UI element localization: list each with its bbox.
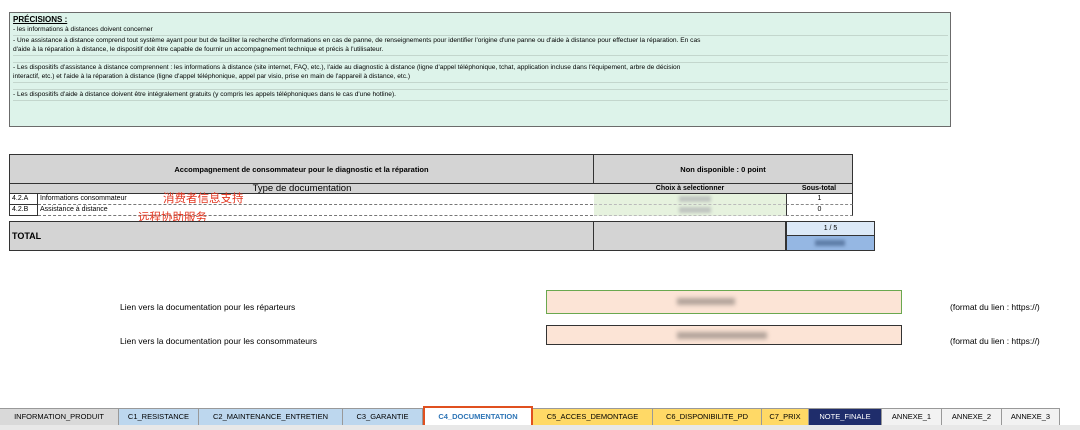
precisions-spacer	[13, 83, 948, 90]
redacted-value	[677, 332, 767, 339]
link-input-consumers[interactable]	[546, 325, 902, 345]
link-input-repairers[interactable]	[546, 290, 902, 314]
total-score-redacted	[786, 236, 875, 251]
annotation-label: 消费者信息支持	[163, 191, 244, 205]
precisions-line: - les informations à distances doivent c…	[13, 25, 948, 36]
sheet-tab-annexe-1[interactable]: ANNEXE_1	[882, 408, 942, 425]
table-header-main: Accompagnement de consommateur pour le d…	[9, 154, 594, 184]
redacted-value	[679, 196, 711, 202]
sheet-tab-c6-disponibilite[interactable]: C6_DISPONIBILITE_PD	[653, 408, 762, 425]
column-header-choice: Choix à selectionner	[594, 184, 786, 194]
sheet-tab-c2-maintenance[interactable]: C2_MAINTENANCE_ENTRETIEN	[199, 408, 343, 425]
redacted-value	[815, 240, 845, 246]
choice-dropdown[interactable]	[594, 194, 786, 205]
row-code: 4.2.B	[9, 205, 38, 216]
sheet-tab-c1-resistance[interactable]: C1_RESISTANCE	[119, 408, 199, 425]
link-format-hint: (format du lien : https://)	[950, 336, 1040, 346]
redacted-value	[679, 207, 711, 213]
row-label: Informations consommateur	[38, 194, 603, 205]
sheet-tab-c7-prix[interactable]: C7_PRIX	[762, 408, 809, 425]
precisions-line: d'aide à la réparation à distance, le di…	[13, 45, 948, 56]
sheet-tab-annexe-2[interactable]: ANNEXE_2	[942, 408, 1002, 425]
link-label-repairers: Lien vers la documentation pour les répa…	[120, 302, 296, 312]
row-code: 4.2.A	[9, 194, 38, 205]
sheet-tab-c5-acces-demontage[interactable]: C5_ACCES_DEMONTAGE	[533, 408, 653, 425]
status-bar	[0, 425, 1080, 430]
total-label: TOTAL	[9, 221, 594, 251]
precisions-box: PRÉCISIONS : - les informations à distan…	[9, 12, 951, 127]
sheet-tab-annexe-3[interactable]: ANNEXE_3	[1002, 408, 1060, 425]
precisions-line: - Les dispositifs d'aide à distance doiv…	[13, 90, 948, 101]
column-header-type: Type de documentation	[9, 183, 594, 194]
precisions-spacer	[13, 56, 948, 63]
link-label-consumers: Lien vers la documentation pour les cons…	[120, 336, 318, 346]
total-score: 1 / 5	[786, 221, 875, 236]
sheet-tab-c3-garantie[interactable]: C3_GARANTIE	[343, 408, 423, 425]
precisions-title: PRÉCISIONS :	[13, 15, 68, 24]
choice-dropdown[interactable]	[594, 205, 786, 216]
sheet-tab-note-finale[interactable]: NOTE_FINALE	[809, 408, 882, 425]
total-spacer	[594, 221, 786, 251]
column-header-subtotal: Sous-total	[786, 184, 853, 194]
row-subtotal: 0	[786, 205, 853, 216]
redacted-value	[677, 298, 735, 305]
row-label: Assistance à distance	[38, 205, 603, 216]
sheet-tab-information-produit[interactable]: INFORMATION_PRODUIT	[0, 408, 119, 425]
row-subtotal: 1	[786, 194, 853, 205]
sheet-tabs: INFORMATION_PRODUIT C1_RESISTANCE C2_MAI…	[0, 406, 1080, 428]
precisions-line: - Les dispositifs d'assistance à distanc…	[13, 63, 681, 71]
table-header-availability: Non disponible : 0 point	[594, 154, 853, 184]
precisions-line: - Une assistance à distance comprend tou…	[13, 36, 701, 44]
precisions-line: interactif, etc.) et l'aide à la réparat…	[13, 72, 948, 83]
link-format-hint: (format du lien : https://)	[950, 302, 1040, 312]
